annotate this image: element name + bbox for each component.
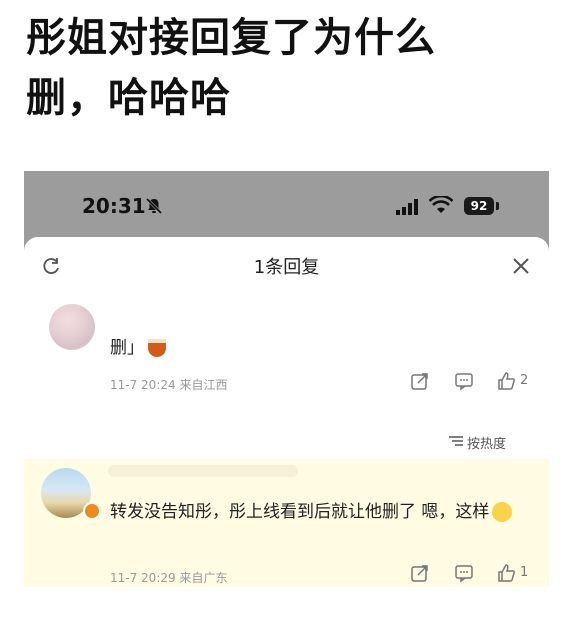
share-icon[interactable] bbox=[410, 563, 430, 583]
status-time: 20:31 bbox=[82, 194, 146, 218]
phone-screenshot: 20:31 92 1条回复 删」 11-7 20:24 来自江西 2 按热度 转… bbox=[24, 171, 549, 640]
battery-icon: 92 bbox=[464, 197, 494, 215]
reply-sheet: 1条回复 删」 11-7 20:24 来自江西 2 按热度 转发没告知彤，彤上线… bbox=[24, 237, 549, 640]
comment-icon[interactable] bbox=[454, 371, 474, 391]
like-count: 2 bbox=[520, 373, 529, 388]
verified-badge-icon bbox=[83, 502, 101, 520]
comment-text-content: 删」 bbox=[110, 338, 144, 358]
comment-date: 11-7 20:29 bbox=[110, 571, 176, 585]
like-icon[interactable] bbox=[496, 563, 516, 583]
comment-text: 删」 bbox=[110, 333, 166, 363]
headline-line1: 彤姐对接回复了为什么 bbox=[26, 15, 436, 61]
comment-text-content: 转发没告知彤，彤上线看到后就让他删了 嗯，这样 bbox=[110, 502, 490, 522]
username-redacted bbox=[108, 465, 298, 477]
comment-icon[interactable] bbox=[454, 563, 474, 583]
sort-button[interactable]: 按热度 bbox=[449, 433, 507, 452]
comment-item: 转发没告知彤，彤上线看到后就让他删了 嗯，这样 11-7 20:29 来自广东 bbox=[24, 459, 549, 587]
smile-emoji-icon bbox=[492, 502, 513, 522]
bell-mute-icon bbox=[145, 197, 163, 215]
comment-item: 删」 11-7 20:24 来自江西 2 bbox=[24, 299, 549, 399]
like-icon[interactable] bbox=[496, 371, 516, 391]
comment-meta: 11-7 20:24 来自江西 bbox=[110, 376, 227, 393]
like-count: 1 bbox=[520, 565, 529, 580]
comment-actions: 1 bbox=[410, 563, 540, 583]
headline: 彤姐对接回复了为什么 删，哈哈哈 bbox=[26, 8, 546, 128]
sort-icon bbox=[449, 436, 463, 446]
status-bar: 20:31 92 bbox=[24, 171, 549, 239]
signal-icon bbox=[396, 199, 418, 215]
comment-meta: 11-7 20:29 来自广东 bbox=[110, 569, 227, 586]
comment-actions: 2 bbox=[410, 371, 540, 391]
close-icon[interactable] bbox=[510, 255, 532, 277]
comment-date: 11-7 20:24 bbox=[110, 378, 176, 392]
tea-cup-emoji-icon bbox=[148, 339, 166, 357]
sheet-header: 1条回复 bbox=[24, 237, 549, 293]
comment-location: 来自江西 bbox=[179, 378, 228, 392]
comment-location: 来自广东 bbox=[179, 571, 228, 585]
headline-line2: 删，哈哈哈 bbox=[26, 75, 231, 121]
sort-label: 按热度 bbox=[467, 437, 507, 452]
comment-text: 转发没告知彤，彤上线看到后就让他删了 嗯，这样 bbox=[110, 497, 525, 527]
wifi-icon bbox=[429, 196, 453, 213]
sheet-title: 1条回复 bbox=[253, 257, 320, 278]
battery-tip bbox=[496, 202, 499, 210]
avatar[interactable] bbox=[49, 304, 95, 350]
share-icon[interactable] bbox=[410, 371, 430, 391]
